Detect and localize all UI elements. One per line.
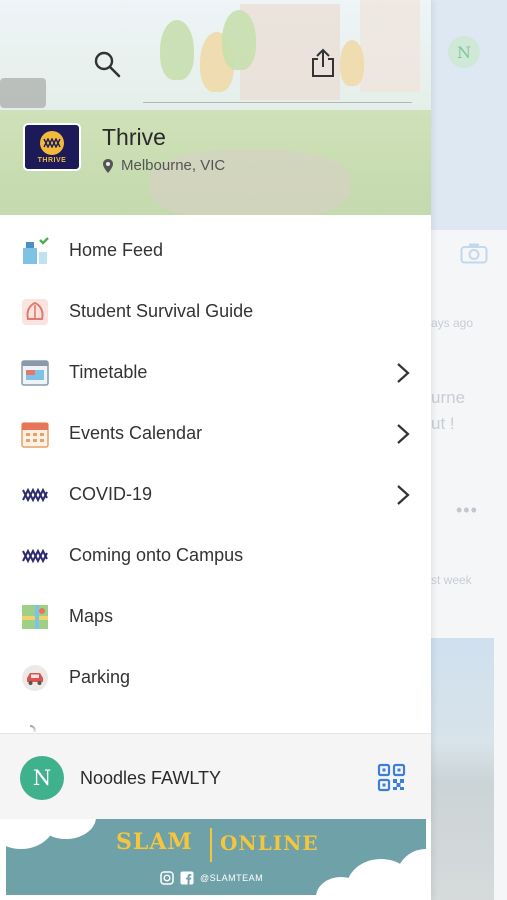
brand-location: Melbourne, VIC	[102, 157, 225, 174]
share-icon[interactable]	[310, 48, 336, 78]
avatar[interactable]: N	[20, 756, 64, 800]
menu-item-label: Coming onto Campus	[69, 545, 244, 565]
background-timestamp: st week	[431, 573, 472, 587]
header-illustration-tree	[160, 20, 194, 80]
chevron-right-icon	[397, 423, 410, 444]
facebook-icon	[180, 871, 194, 885]
menu-item-student-survival-guide[interactable]: Student Survival Guide	[0, 281, 431, 342]
car-icon	[22, 664, 48, 691]
banner-separator	[210, 828, 212, 862]
menu-item-label: Parking	[69, 667, 131, 687]
background-photo	[431, 638, 494, 900]
logo-wordmark: THRIVE	[37, 156, 67, 164]
banner-online-text: ONLINE	[220, 831, 319, 855]
more-options-icon: •••	[456, 500, 478, 520]
timetable-icon	[21, 359, 49, 386]
menu-item-label: Events Calendar	[69, 423, 203, 443]
thrive-mark-icon	[22, 548, 48, 563]
user-profile-bar[interactable]: N Noodles FAWLTY	[0, 733, 431, 819]
menu-item-label: Student Survival Guide	[69, 301, 254, 321]
thrive-logo: THRIVE	[23, 123, 81, 171]
navigation-drawer: THRIVE Thrive Melbourne, VIC Home Feed S…	[0, 0, 431, 900]
background-post-text: urne	[431, 388, 466, 407]
menu-item-parking[interactable]: Parking	[0, 647, 431, 708]
search-icon[interactable]	[93, 50, 121, 78]
chevron-right-icon	[397, 362, 410, 383]
header-illustration-tree	[222, 10, 256, 70]
header-illustration-building	[360, 0, 420, 92]
instagram-icon	[160, 871, 174, 885]
background-header	[431, 0, 507, 230]
menu-item-events-calendar[interactable]: Events Calendar	[0, 403, 431, 464]
menu-item-label: Maps	[69, 606, 114, 626]
home-feed-icon	[23, 236, 49, 264]
background-timestamp: ays ago	[431, 316, 474, 330]
header-illustration-bench	[0, 78, 46, 108]
menu-item-label: COVID-19	[69, 484, 153, 504]
menu-item-maps[interactable]: Maps	[0, 586, 431, 647]
banner-cloud	[396, 849, 426, 895]
survival-guide-icon	[22, 298, 48, 325]
location-pin-icon	[103, 158, 113, 173]
brand-name: Thrive	[102, 124, 166, 150]
thrive-mark-icon	[43, 137, 61, 148]
menu-item-coming-onto-campus[interactable]: Coming onto Campus	[0, 525, 431, 586]
banner-social: @SLAMTEAM	[160, 871, 263, 885]
drawer-header: THRIVE Thrive Melbourne, VIC	[0, 0, 431, 215]
header-divider	[143, 102, 412, 103]
drawer-menu: Home Feed Student Survival Guide Timetab…	[0, 220, 431, 732]
user-name[interactable]: Noodles FAWLTY	[80, 768, 221, 789]
menu-item-label: Home Feed	[69, 240, 164, 260]
slam-online-banner[interactable]: SLAM ONLINE @SLAMTEAM	[6, 819, 426, 895]
menu-item-timetable[interactable]: Timetable	[0, 342, 431, 403]
calendar-icon	[21, 421, 49, 448]
background-avatar: N	[448, 36, 480, 68]
map-icon	[22, 604, 48, 629]
qr-code-icon[interactable]	[377, 763, 406, 792]
menu-item-home-feed[interactable]: Home Feed	[0, 220, 431, 281]
banner-slam-text: SLAM	[116, 829, 193, 855]
banner-handle: @SLAMTEAM	[200, 873, 264, 883]
camera-icon	[460, 243, 488, 264]
location-text: Melbourne, VIC	[121, 157, 226, 174]
header-illustration-tree	[340, 40, 364, 86]
background-post-text: ut !	[431, 414, 455, 433]
chevron-right-icon	[397, 484, 410, 505]
thrive-mark-icon	[22, 487, 48, 502]
menu-item-covid-19[interactable]: COVID-19	[0, 464, 431, 525]
menu-item-label: Timetable	[69, 362, 148, 382]
